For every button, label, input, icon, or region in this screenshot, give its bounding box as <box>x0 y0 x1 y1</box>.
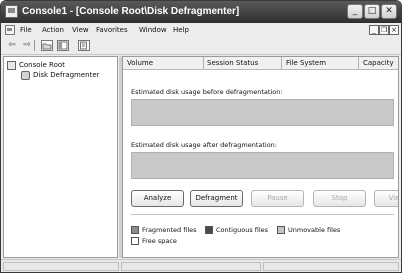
console-content: Console Root Disk Defragmenter Volume Se… <box>1 55 401 259</box>
analyze-button[interactable]: Analyze <box>131 190 184 207</box>
properties-icon[interactable] <box>78 40 90 51</box>
stop-button[interactable]: Stop <box>313 190 366 207</box>
forward-arrow-icon[interactable]: ⇨ <box>21 40 33 51</box>
toolbar-separator <box>34 40 35 51</box>
child-close-button[interactable]: × <box>389 25 399 35</box>
title-bar[interactable]: Console1 - [Console Root\Disk Defragment… <box>1 1 401 23</box>
child-minimize-button[interactable]: _ <box>369 25 379 35</box>
status-cell <box>121 262 261 271</box>
menu-view[interactable]: View <box>72 26 89 34</box>
legend-free-space: Free space <box>142 237 177 245</box>
toolbar: ⇦ ⇨ <box>1 38 401 55</box>
column-divider[interactable] <box>203 57 204 69</box>
legend-contiguous: Contiguous files <box>216 226 269 234</box>
estimate-after-label: Estimated disk usage after defragmentati… <box>131 141 277 149</box>
fragmented-swatch <box>131 226 139 234</box>
mmc-window: Console1 - [Console Root\Disk Defragment… <box>0 0 402 273</box>
child-restore-button[interactable]: ❐ <box>379 25 389 35</box>
menu-favorites[interactable]: Favorites <box>96 26 128 34</box>
column-divider[interactable] <box>358 57 359 69</box>
volume-list-header: Volume Session Status File System Capaci… <box>123 57 398 70</box>
menu-action[interactable]: Action <box>42 26 64 34</box>
back-arrow-icon[interactable]: ⇦ <box>6 40 18 51</box>
window-title: Console1 - [Console Root\Disk Defragment… <box>22 6 240 17</box>
minimize-button[interactable]: _ <box>347 4 363 19</box>
tree-item-disk-defragmenter[interactable]: Disk Defragmenter <box>33 71 100 79</box>
usage-before-bar <box>131 99 394 126</box>
status-bar <box>1 259 401 272</box>
usage-after-bar <box>131 152 394 179</box>
folder-icon <box>7 61 16 70</box>
column-capacity[interactable]: Capacity <box>363 59 394 67</box>
defragment-button[interactable]: Defragment <box>190 190 243 207</box>
column-divider[interactable] <box>281 57 282 69</box>
contiguous-swatch <box>205 226 213 234</box>
show-hide-tree-icon[interactable] <box>57 40 69 51</box>
free-space-swatch <box>131 237 139 245</box>
legend-unmovable: Unmovable files <box>288 226 341 234</box>
console-tree[interactable]: Console Root Disk Defragmenter <box>3 56 118 258</box>
legend-separator <box>131 214 394 215</box>
legend-fragmented: Fragmented files <box>142 226 197 234</box>
status-cell <box>3 262 119 271</box>
pause-button[interactable]: Pause <box>251 190 304 207</box>
menu-bar: File Action View Favorites Window Help _… <box>1 23 401 38</box>
column-file-system[interactable]: File System <box>286 59 326 67</box>
status-cell <box>263 262 399 271</box>
console-icon <box>5 5 18 18</box>
maximize-button[interactable]: □ <box>364 4 380 19</box>
view-report-button[interactable]: View R <box>374 190 398 207</box>
tree-item-console-root[interactable]: Console Root <box>19 61 65 69</box>
column-session-status[interactable]: Session Status <box>207 59 258 67</box>
estimate-before-label: Estimated disk usage before defragmentat… <box>131 88 283 96</box>
column-volume[interactable]: Volume <box>127 59 153 67</box>
document-system-icon[interactable] <box>5 25 15 35</box>
menu-window[interactable]: Window <box>139 26 167 34</box>
up-one-level-icon[interactable] <box>41 40 53 51</box>
defragmenter-pane: Volume Session Status File System Capaci… <box>122 56 399 258</box>
menu-file[interactable]: File <box>20 26 32 34</box>
unmovable-swatch <box>277 226 285 234</box>
close-button[interactable]: ✕ <box>381 4 397 19</box>
menu-help[interactable]: Help <box>173 26 189 34</box>
defragmenter-icon <box>21 71 30 80</box>
